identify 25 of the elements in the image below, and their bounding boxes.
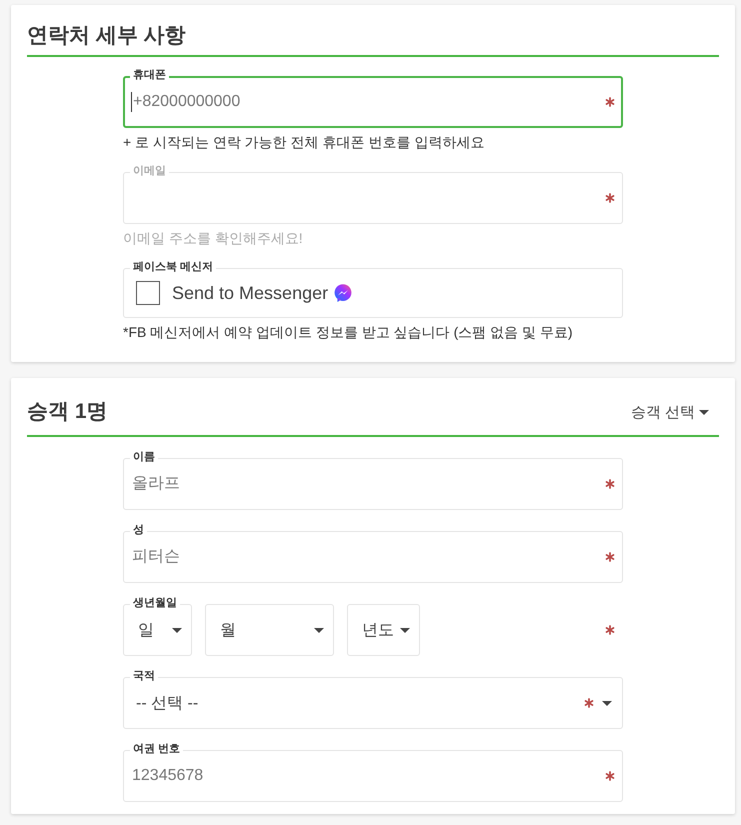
field-label: 이메일 bbox=[130, 165, 169, 178]
checkbox[interactable] bbox=[136, 281, 160, 305]
text-cursor bbox=[131, 92, 132, 112]
field-hint: 이메일 주소를 확인해주세요! bbox=[123, 229, 304, 248]
date-dropdown[interactable]: 월 bbox=[205, 604, 334, 656]
field-label: 페이스북 메신저 bbox=[130, 261, 216, 274]
lightning-chat-bubble-icon bbox=[334, 284, 352, 302]
caret-icon bbox=[602, 700, 612, 706]
field-hint: + 로 시작되는 연락 가능한 전체 휴대폰 번호를 입력하세요 bbox=[123, 133, 486, 152]
field-label: 이름 bbox=[130, 451, 158, 464]
field-hint: *FB 메신저에서 예약 업데이트 정보를 받고 싶습니다 (스팸 없음 및 무료) bbox=[123, 323, 574, 342]
caret-icon bbox=[400, 628, 410, 632]
caret-icon bbox=[699, 410, 709, 414]
checkbox-label[interactable]: Send to Messenger bbox=[172, 282, 328, 304]
caret-icon bbox=[172, 628, 182, 632]
section-title: 연락처 세부 사항 bbox=[27, 23, 186, 49]
caret-icon bbox=[314, 628, 324, 632]
field-label: 여권 번호 bbox=[130, 743, 184, 756]
date-dropdown[interactable]: 년도 bbox=[347, 604, 420, 656]
section-title: 승객 1명 bbox=[27, 399, 108, 425]
field-label: 생년월일 bbox=[130, 597, 180, 610]
field-label: 휴대폰 bbox=[130, 69, 169, 82]
passenger-select-dropdown[interactable]: 승객 선택 bbox=[630, 400, 719, 424]
field-label: 국적 bbox=[130, 670, 158, 683]
field-label: 성 bbox=[130, 524, 147, 537]
